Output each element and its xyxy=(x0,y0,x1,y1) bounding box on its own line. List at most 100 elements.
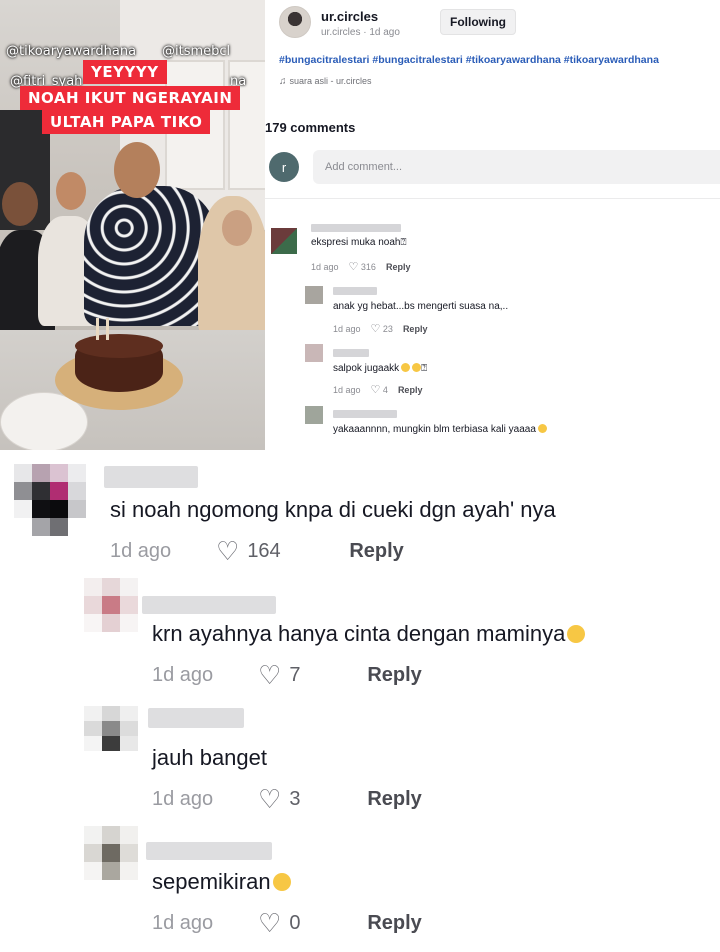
following-button[interactable]: Following xyxy=(440,9,516,35)
laughing-emoji-icon xyxy=(567,625,586,643)
comment-meta: 1d ago ♡ 164 Reply xyxy=(110,538,404,564)
comment-text: jauh banget xyxy=(152,745,267,770)
comment-meta: 1d ago ♡ 23 Reply xyxy=(333,322,427,335)
heart-outline-icon: ♡ xyxy=(216,536,240,566)
author-name[interactable]: ur.circles xyxy=(321,9,378,24)
commenter-avatar[interactable] xyxy=(84,578,138,632)
comment-text: salpok jugaakk ⍰ xyxy=(333,363,428,374)
laughing-emoji-icon xyxy=(537,424,547,433)
post-sound[interactable]: ♫ suara asli - ur.circles xyxy=(279,76,372,87)
heart-outline-icon: ♡ xyxy=(258,908,282,938)
reply-button[interactable]: Reply xyxy=(386,262,411,272)
comment-time: 1d ago xyxy=(311,261,339,272)
reply-button[interactable]: Reply xyxy=(367,912,421,935)
candle xyxy=(106,318,109,340)
commenter-name-blurred[interactable] xyxy=(333,410,397,418)
reply-button[interactable]: Reply xyxy=(367,664,421,687)
heart-outline-icon: ♡ xyxy=(370,323,381,335)
comment-meta: 1d ago ♡ 7 Reply xyxy=(152,662,422,688)
comment-count: 179 comments xyxy=(265,120,356,135)
emoji-icon: ⍰ xyxy=(400,237,407,248)
person-woman-head xyxy=(56,172,86,210)
reply-button[interactable]: Reply xyxy=(403,324,428,334)
commenter-name-blurred[interactable] xyxy=(333,287,377,295)
commenter-avatar[interactable] xyxy=(305,344,323,362)
post-hashtags[interactable]: #bungacitralestari #bungacitralestari #t… xyxy=(279,54,659,66)
comment-time: 1d ago xyxy=(152,787,214,810)
like-count: 316 xyxy=(360,262,376,272)
comment-time: 1d ago xyxy=(333,323,361,334)
video-frame[interactable]: @tikoaryawardhana @itsmebcl @fitri_syah … xyxy=(0,0,265,450)
person-right-head xyxy=(222,210,252,246)
commenter-name-blurred[interactable] xyxy=(146,842,272,860)
like-count: 7 xyxy=(289,663,301,686)
reply-button[interactable]: Reply xyxy=(398,385,423,395)
like-button[interactable]: ♡ 316 xyxy=(349,260,376,273)
like-button[interactable]: ♡ 4 xyxy=(371,383,388,396)
comment-text: si noah ngomong knpa di cueki dgn ayah' … xyxy=(110,497,556,522)
commenter-name-blurred[interactable] xyxy=(333,349,369,357)
comment-meta: 1d ago ♡ 0 Reply xyxy=(152,910,422,936)
author-avatar[interactable] xyxy=(279,6,311,38)
commenter-avatar[interactable] xyxy=(84,826,138,880)
comment-text: anak yg hebat...bs mengerti suasa na,.. xyxy=(333,301,509,312)
person-left-head xyxy=(2,182,38,226)
candle xyxy=(96,318,99,340)
like-button[interactable]: ♡ 3 xyxy=(258,786,359,812)
comment-text: sepemikiran xyxy=(152,869,291,895)
music-note-icon: ♫ xyxy=(279,76,287,87)
commenter-avatar[interactable] xyxy=(305,286,323,304)
person-main-head xyxy=(114,142,160,198)
comment-time: 1d ago xyxy=(110,539,172,562)
like-count: 4 xyxy=(382,385,388,395)
like-count: 0 xyxy=(289,911,301,934)
commenter-avatar[interactable] xyxy=(305,406,323,424)
like-button[interactable]: ♡ 0 xyxy=(258,910,359,936)
comment-time: 1d ago xyxy=(333,384,361,395)
pixelated-avatar xyxy=(84,706,138,751)
sound-label: suara asli - ur.circles xyxy=(289,76,372,86)
comment-time: 1d ago xyxy=(152,663,214,686)
commenter-name-blurred[interactable] xyxy=(148,708,244,728)
pixelated-avatar xyxy=(84,826,138,880)
post-panel: ur.circles ur.circles · 1d ago Following… xyxy=(265,0,720,450)
emoji-icon: ⍰ xyxy=(421,363,428,374)
commenter-name-blurred[interactable] xyxy=(311,224,401,232)
commenter-name-blurred[interactable] xyxy=(142,596,276,614)
heart-outline-icon: ♡ xyxy=(348,261,359,273)
divider xyxy=(265,198,720,199)
comment-text: ekspresi muka noah⍰ xyxy=(311,237,407,248)
cake-top xyxy=(75,334,163,358)
reply-button[interactable]: Reply xyxy=(367,788,421,811)
laughing-emoji-icon xyxy=(272,873,291,891)
commenter-avatar[interactable] xyxy=(271,228,297,254)
like-count: 3 xyxy=(289,787,301,810)
comment-meta: 1d ago ♡ 4 Reply xyxy=(333,383,422,396)
reply-button[interactable]: Reply xyxy=(349,540,403,563)
comment-list-zoomed: si noah ngomong knpa di cueki dgn ayah' … xyxy=(0,450,720,952)
like-button[interactable]: ♡ 7 xyxy=(258,662,359,688)
laughing-emoji-icon xyxy=(401,363,411,372)
pixelated-avatar xyxy=(84,578,138,632)
laughing-emoji-icon xyxy=(412,363,422,372)
pixelated-avatar xyxy=(14,464,86,536)
comment-time: 1d ago xyxy=(152,911,214,934)
comment-text: krn ayahnya hanya cinta dengan maminya xyxy=(152,621,586,647)
commenter-avatar[interactable] xyxy=(14,464,86,536)
video-caption-line: ULTAH PAPA TIKO xyxy=(42,110,211,134)
video-caption-line: YEYYYY xyxy=(83,60,167,84)
my-avatar: r xyxy=(269,152,299,182)
add-comment-input[interactable]: Add comment... xyxy=(313,150,720,184)
commenter-avatar[interactable] xyxy=(84,706,138,751)
like-count: 164 xyxy=(247,539,281,562)
commenter-name-blurred[interactable] xyxy=(104,466,198,488)
comment-text: yakaaannnn, mungkin blm terbiasa kali ya… xyxy=(333,424,547,435)
heart-outline-icon: ♡ xyxy=(370,384,381,396)
video-caption-line: NOAH IKUT NGERAYAIN xyxy=(20,86,241,110)
like-button[interactable]: ♡ 23 xyxy=(371,322,393,335)
like-count: 23 xyxy=(382,324,393,334)
heart-outline-icon: ♡ xyxy=(258,660,282,690)
heart-outline-icon: ♡ xyxy=(258,784,282,814)
like-button[interactable]: ♡ 164 xyxy=(216,538,317,564)
comment-meta: 1d ago ♡ 3 Reply xyxy=(152,786,422,812)
